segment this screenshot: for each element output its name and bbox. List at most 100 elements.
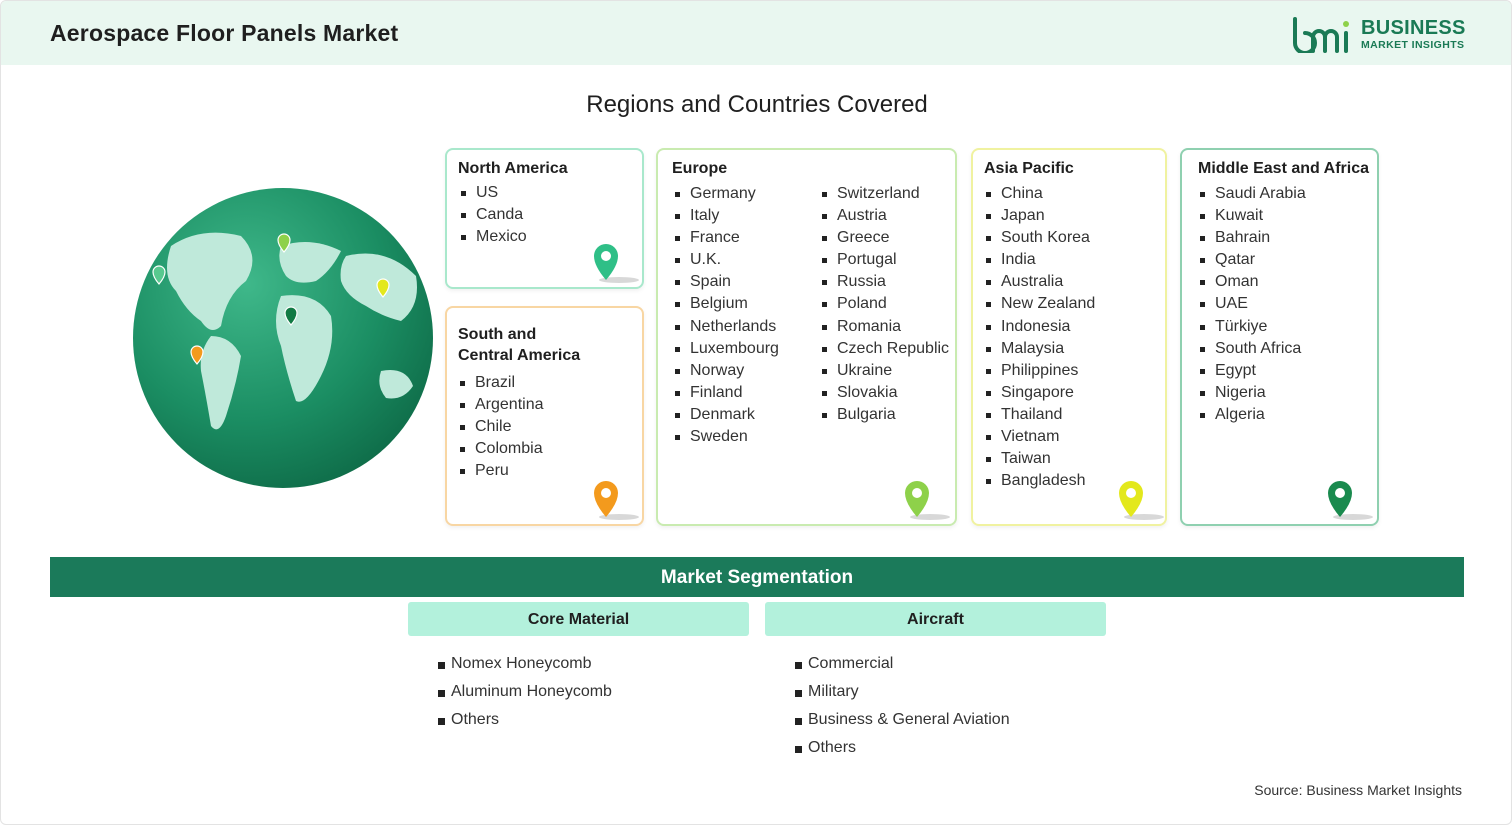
location-pin-icon — [905, 481, 950, 520]
country-list: US Canda Mexico — [460, 182, 527, 248]
country-item: Finland — [674, 382, 779, 404]
country-item: Italy — [674, 205, 779, 227]
market-segmentation-banner: Market Segmentation — [50, 557, 1464, 597]
country-item: Spain — [674, 271, 779, 293]
region-card-south-central-america: South and Central America Brazil Argenti… — [445, 306, 644, 526]
country-item: Czech Republic — [821, 338, 949, 360]
country-item: Mexico — [460, 226, 527, 248]
brand-logo: BUSINESS MARKET INSIGHTS — [1291, 15, 1471, 55]
country-item: Chile — [459, 416, 544, 438]
region-card-middle-east-africa: Middle East and Africa Saudi Arabia Kuwa… — [1180, 148, 1379, 526]
country-list: China Japan South Korea India Australia … — [985, 183, 1095, 492]
country-item: Türkiye — [1199, 316, 1306, 338]
country-item: Malaysia — [985, 338, 1095, 360]
country-item: Denmark — [674, 404, 779, 426]
country-item: Australia — [985, 271, 1095, 293]
country-item: Greece — [821, 227, 949, 249]
country-item: Bulgaria — [821, 404, 949, 426]
infographic-frame: Aerospace Floor Panels Market BUSINESS M… — [0, 0, 1512, 825]
country-item: Singapore — [985, 382, 1095, 404]
country-item: Netherlands — [674, 316, 779, 338]
country-item: Switzerland — [821, 183, 949, 205]
country-item: Portugal — [821, 249, 949, 271]
header-bar: Aerospace Floor Panels Market BUSINESS M… — [1, 1, 1511, 65]
region-title: Asia Pacific — [984, 160, 1074, 177]
region-title: Middle East and Africa — [1198, 160, 1369, 177]
country-item: Russia — [821, 271, 949, 293]
location-pin-icon — [594, 481, 639, 520]
country-item: Oman — [1199, 271, 1306, 293]
country-item: Japan — [985, 205, 1095, 227]
regions-title: Regions and Countries Covered — [586, 91, 928, 118]
bmi-logo-icon — [1293, 17, 1349, 53]
logo-text-business: BUSINESS — [1361, 17, 1466, 39]
segment-header-core-material: Core Material — [408, 602, 749, 636]
region-card-europe: Europe Germany Italy France U.K. Spain B… — [656, 148, 957, 526]
country-item: Bahrain — [1199, 227, 1306, 249]
country-item: Argentina — [459, 394, 544, 416]
country-item: U.K. — [674, 249, 779, 271]
country-item: South Africa — [1199, 338, 1306, 360]
country-item: Austria — [821, 205, 949, 227]
region-title: South and Central America — [458, 324, 580, 366]
segment-list-aircraft: Commercial Military Business & General A… — [795, 650, 1010, 762]
region-title-line: South and — [458, 326, 537, 343]
region-title: Europe — [672, 160, 728, 177]
country-item: Sweden — [674, 426, 779, 448]
region-title: North America — [458, 160, 568, 177]
country-item: Peru — [459, 460, 544, 482]
globe-illustration — [133, 188, 433, 488]
segment-item: Others — [795, 734, 1010, 762]
country-item: Romania — [821, 316, 949, 338]
country-item: France — [674, 227, 779, 249]
country-item: Algeria — [1199, 404, 1306, 426]
country-item: South Korea — [985, 227, 1095, 249]
country-item: Qatar — [1199, 249, 1306, 271]
country-item: Brazil — [459, 372, 544, 394]
country-item: Taiwan — [985, 448, 1095, 470]
segment-header-aircraft: Aircraft — [765, 602, 1106, 636]
source-note: Source: Business Market Insights — [1254, 782, 1462, 798]
country-item: India — [985, 249, 1095, 271]
country-item: Germany — [674, 183, 779, 205]
location-pin-icon — [1328, 481, 1373, 520]
segment-item: Commercial — [795, 650, 1010, 678]
country-list: Brazil Argentina Chile Colombia Peru — [459, 372, 544, 482]
logo-text-market-insights: MARKET INSIGHTS — [1361, 39, 1465, 51]
region-card-asia-pacific: Asia Pacific China Japan South Korea Ind… — [971, 148, 1167, 526]
country-item: Poland — [821, 293, 949, 315]
region-card-north-america: North America US Canda Mexico — [445, 148, 644, 289]
country-item: China — [985, 183, 1095, 205]
country-item: Kuwait — [1199, 205, 1306, 227]
country-list-column-1: Germany Italy France U.K. Spain Belgium … — [674, 183, 779, 448]
country-item: Indonesia — [985, 316, 1095, 338]
segment-item: Business & General Aviation — [795, 706, 1010, 734]
segment-item: Aluminum Honeycomb — [438, 678, 612, 706]
segment-item: Others — [438, 706, 612, 734]
country-item: Egypt — [1199, 360, 1306, 382]
country-item: Nigeria — [1199, 382, 1306, 404]
location-pin-icon — [594, 244, 639, 283]
country-item: UAE — [1199, 293, 1306, 315]
region-title-line: Central America — [458, 347, 581, 364]
country-list-column-2: Switzerland Austria Greece Portugal Russ… — [821, 183, 949, 426]
country-item: Belgium — [674, 293, 779, 315]
country-item: Ukraine — [821, 360, 949, 382]
segment-list-core-material: Nomex Honeycomb Aluminum Honeycomb Other… — [438, 650, 612, 734]
country-item: Thailand — [985, 404, 1095, 426]
country-item: Philippines — [985, 360, 1095, 382]
country-item: Colombia — [459, 438, 544, 460]
segment-item: Nomex Honeycomb — [438, 650, 612, 678]
country-item: Norway — [674, 360, 779, 382]
country-item: New Zealand — [985, 293, 1095, 315]
country-list: Saudi Arabia Kuwait Bahrain Qatar Oman U… — [1199, 183, 1306, 426]
country-item: Bangladesh — [985, 470, 1095, 492]
country-item: Saudi Arabia — [1199, 183, 1306, 205]
country-item: Slovakia — [821, 382, 949, 404]
country-item: US — [460, 182, 527, 204]
country-item: Luxembourg — [674, 338, 779, 360]
segment-item: Military — [795, 678, 1010, 706]
country-item: Vietnam — [985, 426, 1095, 448]
country-item: Canda — [460, 204, 527, 226]
location-pin-icon — [1119, 481, 1164, 520]
